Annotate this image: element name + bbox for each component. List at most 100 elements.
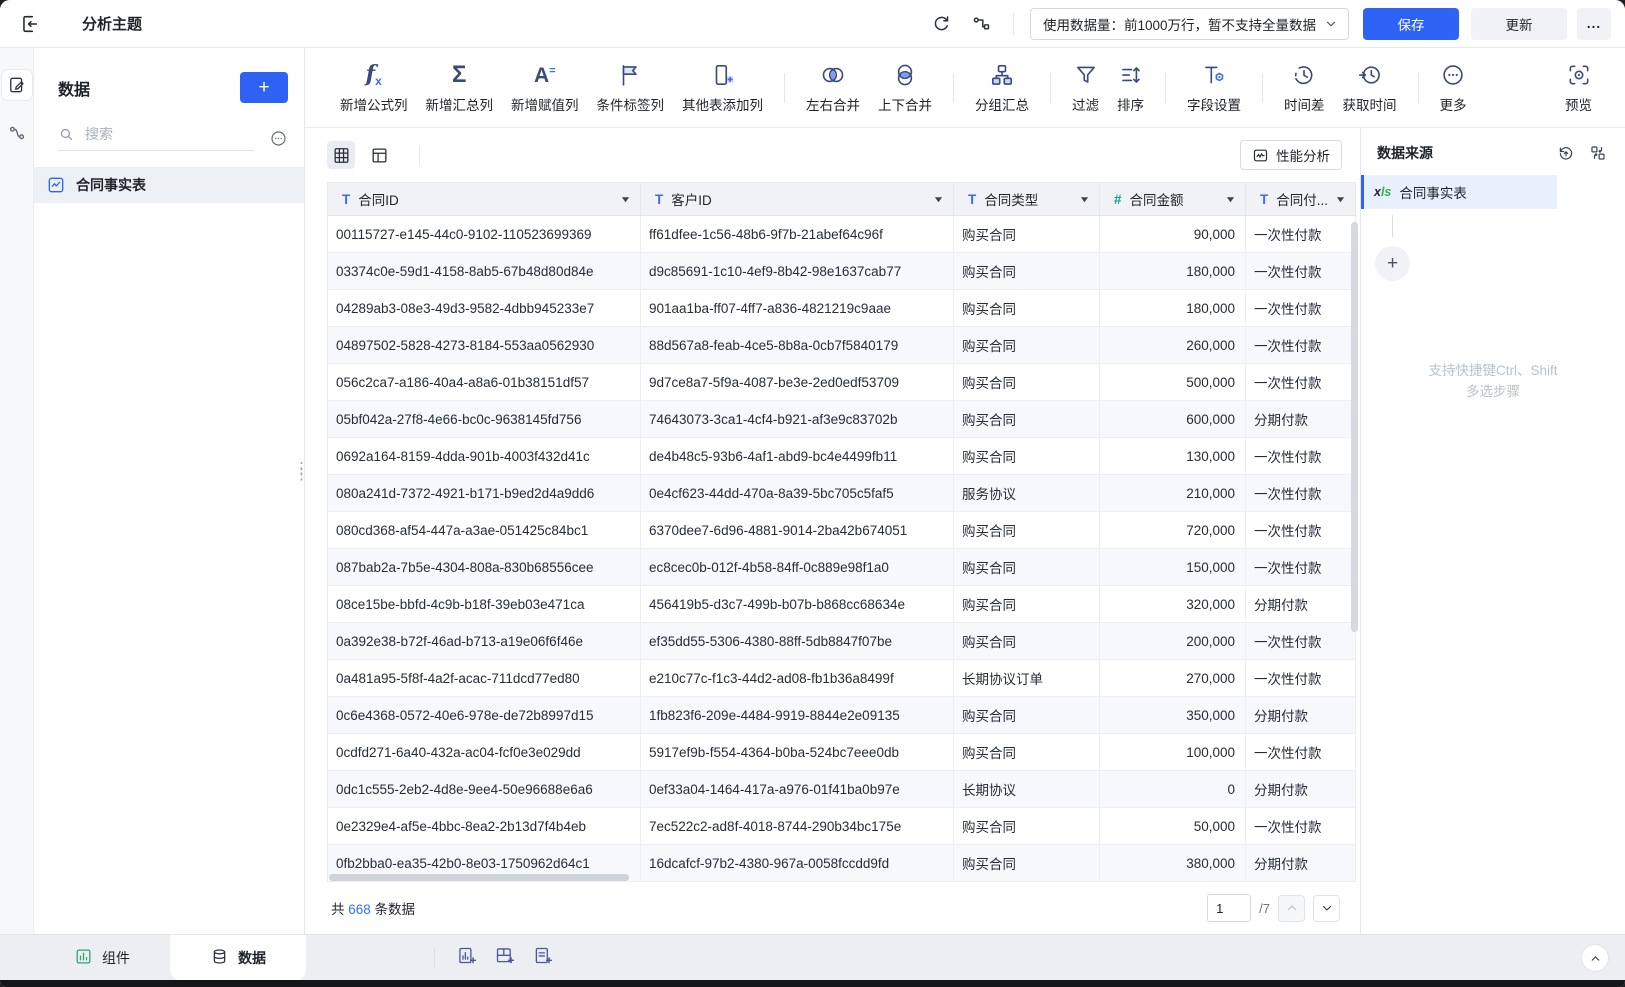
search-more-icon[interactable]: [269, 129, 288, 148]
table-cell: 150,000: [1100, 549, 1246, 585]
body: 数据 + 合同事实表 ⋮⋮: [0, 48, 1625, 934]
column-dropdown-caret-icon[interactable]: [934, 195, 943, 204]
data-edit-icon[interactable]: [2, 70, 32, 100]
tab-components[interactable]: 组件: [34, 935, 170, 980]
table-cell: 购买合同: [954, 364, 1100, 400]
table-cell: 087bab2a-7b5e-4304-808a-830b68556cee: [328, 549, 641, 585]
toolbar-item-table-add[interactable]: 其他表添加列: [673, 61, 772, 114]
toolbar-item-more[interactable]: 更多: [1431, 61, 1476, 114]
table-cell: 购买合同: [954, 290, 1100, 326]
table-cell: 分期付款: [1246, 845, 1356, 881]
toolbar-item-time-diff[interactable]: 时间差: [1275, 61, 1334, 114]
source-step-contract-fact-table[interactable]: xls 合同事实表: [1361, 175, 1557, 209]
update-button[interactable]: 更新: [1471, 8, 1567, 40]
table-row: 0e2329e4-af5e-4bbc-8ea2-2b13d7f4b4eb7ec5…: [328, 808, 1356, 845]
add-table-button[interactable]: +: [240, 72, 288, 103]
column-dropdown-caret-icon[interactable]: [621, 195, 630, 204]
prev-page-button[interactable]: [1278, 895, 1305, 922]
get-time-icon: [1357, 61, 1383, 89]
swap-layout-icon[interactable]: [1589, 144, 1607, 162]
toolbar-item-label: 过滤: [1072, 94, 1099, 114]
column-dropdown-caret-icon[interactable]: [1226, 195, 1235, 204]
table-cell: 购买合同: [954, 327, 1100, 363]
bottom-tabbar: 组件数据: [0, 934, 1625, 980]
grid-view-icon[interactable]: [327, 141, 355, 169]
toolbar-item-label: 上下合并: [878, 94, 932, 114]
table-row: 0a392e38-b72f-46ad-b713-a19e06f6f46eef35…: [328, 623, 1356, 660]
collapse-panel-button[interactable]: [1581, 944, 1609, 972]
add-doc-button[interactable]: [532, 945, 553, 971]
toolbar-item-label: 新增赋值列: [511, 94, 579, 114]
refresh-icon[interactable]: [927, 9, 957, 39]
table-cell: 200,000: [1100, 623, 1246, 659]
column-view-icon[interactable]: [365, 141, 393, 169]
column-dropdown-caret-icon[interactable]: [1336, 195, 1345, 204]
search-input[interactable]: [83, 125, 213, 143]
panel-resize-handle[interactable]: ⋮⋮: [294, 466, 304, 478]
toolbar-item-sigma[interactable]: Σ新增汇总列: [417, 61, 503, 114]
column-header[interactable]: T合同ID: [328, 183, 641, 215]
content: 性能分析 T合同IDT客户IDT合同类型#合同金额T合同付... 0011572…: [305, 128, 1625, 934]
merge-tb-icon: [892, 61, 918, 89]
toolbar-item-field-settings[interactable]: 字段设置: [1178, 61, 1250, 114]
table-cell: 一次性付款: [1246, 327, 1356, 363]
table-row: 04289ab3-08e3-49d3-9582-4dbb945233e7901a…: [328, 290, 1356, 327]
toolbar-item-group-summary[interactable]: 分组汇总: [966, 61, 1038, 114]
toolbar-item-label: 条件标签列: [597, 94, 665, 114]
toolbar-divider: [1418, 73, 1419, 103]
performance-analysis-button[interactable]: 性能分析: [1240, 140, 1342, 170]
window-edge: [0, 980, 1625, 987]
toolbar-item-merge-lr[interactable]: 左右合并: [797, 61, 869, 114]
table-cell: 03374c0e-59d1-4158-8ab5-67b48d80d84e: [328, 253, 641, 289]
column-header[interactable]: #合同金额: [1100, 183, 1246, 215]
sidebar-item-contract-fact-table[interactable]: 合同事实表: [34, 167, 304, 203]
horizontal-scrollbar[interactable]: [329, 874, 629, 881]
add-step-button[interactable]: +: [1375, 246, 1410, 281]
table-cell: 0ef33a04-1464-417a-a976-01f41ba0b97e: [641, 771, 954, 807]
next-page-button[interactable]: [1313, 895, 1340, 922]
table-cell: 5917ef9b-f554-4364-b0ba-524bc7eee0db: [641, 734, 954, 770]
toolbar-item-formula[interactable]: fx新增公式列: [331, 61, 417, 114]
column-dropdown-caret-icon[interactable]: [1080, 195, 1089, 204]
add-grid-button[interactable]: [494, 945, 515, 971]
table-cell: 一次性付款: [1246, 512, 1356, 548]
data-limit-dropdown[interactable]: 使用数据量：前1000万行，暂不支持全量数据: [1030, 8, 1349, 40]
toolbar-item-preview[interactable]: 预览: [1556, 61, 1601, 114]
relation-flow-icon[interactable]: [2, 118, 32, 148]
table-row: 05bf042a-27f8-4e66-bc0c-9638145fd7567464…: [328, 401, 1356, 438]
column-header[interactable]: T合同付...: [1246, 183, 1356, 215]
table-cell: 一次性付款: [1246, 475, 1356, 511]
more-actions-button[interactable]: ...: [1577, 8, 1611, 40]
table-cell: 购买合同: [954, 401, 1100, 437]
data-source-panel: 数据来源 xls 合同事实表: [1360, 128, 1625, 934]
data-source-title: 数据来源: [1377, 143, 1433, 163]
toolbar-divider: [1165, 73, 1166, 103]
lineage-flow-icon[interactable]: [967, 9, 997, 39]
toolbar-item-filter[interactable]: 过滤: [1063, 61, 1108, 114]
page-input[interactable]: [1207, 894, 1251, 922]
performance-analysis-label: 性能分析: [1276, 145, 1330, 165]
toolbar-item-get-time[interactable]: 获取时间: [1334, 61, 1406, 114]
update-history-icon[interactable]: [1557, 144, 1575, 162]
vertical-scrollbar[interactable]: [1351, 222, 1358, 632]
table-cell: 260,000: [1100, 327, 1246, 363]
table-cell: d9c85691-1c10-4ef9-8b42-98e1637cab77: [641, 253, 954, 289]
app-window: 分析主题 使用数据量：前1000万行，暂不支持全量数据 保存 更新 ...: [0, 0, 1625, 987]
column-header[interactable]: T合同类型: [954, 183, 1100, 215]
table-cell: 长期协议订单: [954, 660, 1100, 696]
table-cell: 9d7ce8a7-5f9a-4087-be3e-2ed0edf53709: [641, 364, 954, 400]
toolbar-item-merge-tb[interactable]: 上下合并: [869, 61, 941, 114]
table-cell: 购买合同: [954, 586, 1100, 622]
table-cell: 一次性付款: [1246, 549, 1356, 585]
column-header-label: 合同付...: [1276, 189, 1328, 209]
tab-data[interactable]: 数据: [170, 935, 306, 980]
chart-green-icon: [74, 947, 93, 969]
column-header[interactable]: T客户ID: [641, 183, 954, 215]
toolbar-item-assign[interactable]: A=新增赋值列: [502, 61, 588, 114]
save-button[interactable]: 保存: [1363, 8, 1459, 40]
toolbar-item-sort[interactable]: 排序: [1108, 61, 1153, 114]
exit-icon[interactable]: [16, 10, 44, 38]
add-chart-button[interactable]: [456, 945, 477, 971]
toolbar-item-flag[interactable]: 条件标签列: [588, 61, 674, 114]
table-cell: 购买合同: [954, 438, 1100, 474]
